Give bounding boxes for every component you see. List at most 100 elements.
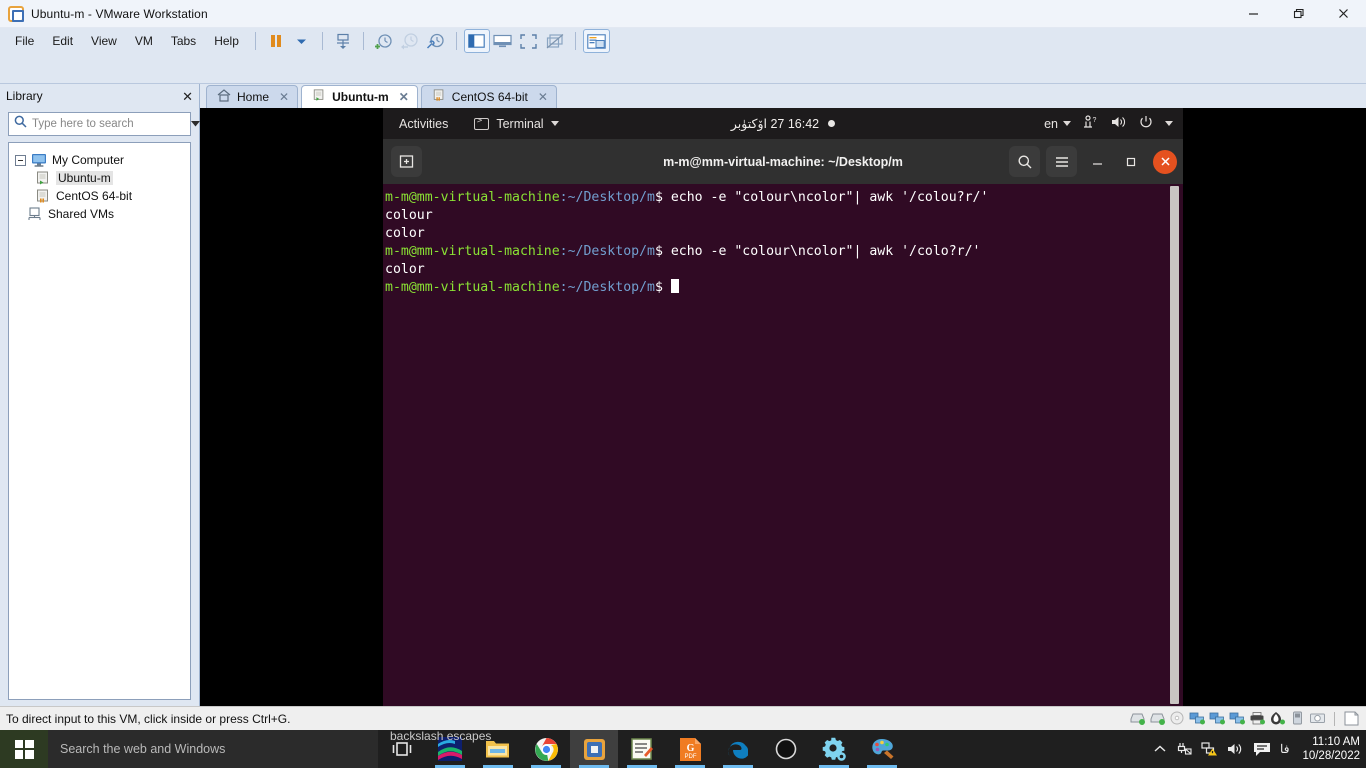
network-adapter-icon[interactable] [1209,711,1226,726]
window-title: Ubuntu-m - VMware Workstation [31,6,208,21]
show-console-button[interactable] [490,29,516,53]
vmware-button[interactable] [570,730,618,768]
tree-item-centos-64-bit[interactable]: CentOS 64-bit [13,187,186,205]
cd-dvd-icon[interactable] [1169,711,1186,726]
suspend-button[interactable] [263,29,289,53]
edge-button[interactable] [714,730,762,768]
tab-home[interactable]: Home ✕ [206,85,299,108]
snapshot-manager-button[interactable] [423,29,449,53]
minimize-button[interactable] [1231,0,1276,28]
gnome-desktop: Activities Terminal 16:42 27 اۆكتۈبر [383,108,1183,708]
preferences-button[interactable] [582,29,610,53]
language-indicator[interactable]: فا [1280,742,1289,756]
fullscreen-button[interactable] [516,29,542,53]
terminal-menu-button[interactable] [1046,146,1077,177]
colorful-app-button[interactable] [426,730,474,768]
cortana-button[interactable] [762,730,810,768]
window-titlebar: Ubuntu-m - VMware Workstation [0,0,1366,28]
wallpaper-app-icon [438,737,462,761]
vm-guest-screen[interactable]: Activities Terminal 16:42 27 اۆكتۈبر [200,108,1366,708]
take-snapshot-button[interactable] [371,29,397,53]
menu-view[interactable]: View [82,31,126,51]
message-icon[interactable] [1343,711,1360,726]
sound-card-icon[interactable] [1269,711,1286,726]
paint-button[interactable] [858,730,906,768]
tab-ubuntu-m[interactable]: Ubuntu-m ✕ [301,85,418,108]
scrollbar-thumb[interactable] [1170,186,1179,704]
unity-mode-button[interactable] [542,29,568,53]
revert-snapshot-button[interactable] [397,29,423,53]
chrome-icon [534,737,558,761]
tab-centos-64-bit[interactable]: CentOS 64-bit ✕ [420,85,557,108]
network-warning-icon[interactable] [1201,742,1218,756]
tab-close-icon[interactable]: ✕ [538,90,548,104]
settings-gear-icon [822,737,846,761]
chevron-down-icon [550,121,559,126]
chevron-down-icon[interactable] [1165,121,1173,126]
toolbar-separator [455,32,457,50]
hard-disk-icon[interactable] [1149,711,1166,726]
terminal-close-button[interactable] [1153,149,1177,174]
terminal-line: colour [385,208,433,223]
network-adapter-icon[interactable] [1229,711,1246,726]
windows-start-button[interactable] [0,730,48,768]
terminal-maximize-button[interactable] [1117,148,1145,176]
network-adapter-icon[interactable] [1189,711,1206,726]
tab-label: Ubuntu-m [332,90,389,104]
app-menu-button[interactable]: Terminal [474,116,559,131]
chevron-up-icon[interactable] [1153,743,1167,755]
editor-button[interactable] [618,730,666,768]
library-search-input[interactable] [32,118,186,130]
power-dropdown-button[interactable] [289,29,315,53]
windows-start-icon [14,739,34,759]
keyboard-layout-indicator[interactable]: en [1044,117,1071,131]
usb-icon[interactable] [1289,711,1306,726]
network-icon[interactable]: ? [1083,115,1099,132]
file-explorer-button[interactable] [474,730,522,768]
printer-icon[interactable] [1249,711,1266,726]
hard-disk-icon[interactable] [1129,711,1146,726]
windows-search-box[interactable]: Search the web and Windows [48,730,378,768]
tree-item-shared-vms[interactable]: Shared VMs [13,205,186,223]
action-center-icon[interactable] [1253,742,1271,757]
chrome-button[interactable] [522,730,570,768]
tree-item-ubuntu-m[interactable]: Ubuntu-m [13,169,186,187]
toolbar-separator [321,32,323,50]
task-view-icon [392,742,412,756]
menu-tabs[interactable]: Tabs [162,31,205,51]
menu-file[interactable]: File [6,31,43,51]
close-button[interactable] [1321,0,1366,28]
tree-item-my-computer[interactable]: My Computer [13,151,186,169]
volume-icon[interactable] [1111,115,1127,132]
terminal-output[interactable]: m-m@mm-virtual-machine:~/Desktop/m$ echo… [383,184,1183,708]
task-view-button[interactable] [378,730,426,768]
menu-vm[interactable]: VM [126,31,162,51]
settings-button[interactable] [810,730,858,768]
library-search-box[interactable] [8,112,200,136]
tab-close-icon[interactable]: ✕ [399,90,409,104]
collapse-icon[interactable] [15,154,26,166]
unplugged-device-icon[interactable] [1176,742,1192,756]
menu-edit[interactable]: Edit [43,31,82,51]
activities-button[interactable]: Activities [393,117,454,131]
new-tab-button[interactable] [391,146,422,177]
volume-icon[interactable] [1227,742,1244,756]
power-icon[interactable] [1139,115,1153,132]
tab-label: CentOS 64-bit [451,90,528,104]
show-library-button[interactable] [463,29,490,53]
terminal-minimize-button[interactable] [1083,148,1111,176]
clock-label: 16:42 27 اۆكتۈبر [730,117,820,131]
pdf-reader-button[interactable]: G PDF [666,730,714,768]
gnome-system-menu[interactable]: en ? [1044,115,1173,132]
camera-icon[interactable] [1309,711,1326,726]
menu-help[interactable]: Help [205,31,248,51]
library-close-icon[interactable]: ✕ [182,90,193,103]
manage-snapshot-button[interactable] [330,29,356,53]
prompt-user: m-m@mm-virtual-machine [385,244,560,259]
tab-close-icon[interactable]: ✕ [279,90,289,104]
taskbar-clock[interactable]: 11:10 AM 10/28/2022 [1298,735,1360,763]
restore-button[interactable] [1276,0,1321,28]
terminal-scrollbar[interactable] [1170,186,1179,704]
window-controls [1231,0,1366,28]
terminal-search-button[interactable] [1009,146,1040,177]
